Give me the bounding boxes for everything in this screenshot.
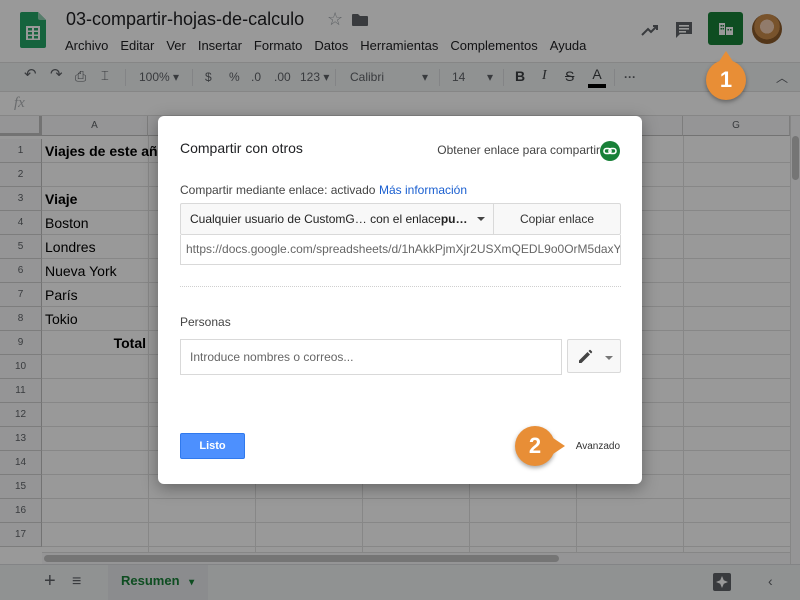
chevron-down-icon	[477, 217, 485, 221]
link-icon[interactable]	[600, 141, 620, 161]
link-sharing-status: Compartir mediante enlace: activado	[180, 183, 376, 197]
step-callout-2: 2	[515, 426, 565, 466]
copy-link-button[interactable]: Copiar enlace	[493, 203, 621, 235]
permission-select[interactable]	[567, 339, 621, 373]
get-shareable-link[interactable]: Obtener enlace para compartir	[437, 143, 600, 157]
done-button[interactable]: Listo	[180, 433, 245, 459]
people-label: Personas	[180, 315, 231, 329]
share-url-field[interactable]: https://docs.google.com/spreadsheets/d/1…	[180, 235, 621, 265]
step-callout-1: 1	[706, 51, 746, 100]
dialog-title: Compartir con otros	[180, 140, 303, 156]
pencil-icon	[579, 349, 593, 363]
people-input[interactable]: Introduce nombres o correos...	[180, 339, 562, 375]
more-info-link[interactable]: Más información	[379, 183, 467, 197]
link-access-value-strong: pu…	[440, 212, 468, 226]
share-dialog: Compartir con otros Obtener enlace para …	[158, 116, 642, 484]
section-divider	[180, 286, 621, 287]
advanced-link[interactable]: Avanzado	[576, 441, 620, 452]
chevron-down-icon	[605, 356, 613, 360]
link-access-select[interactable]: Cualquier usuario de CustomG… con el enl…	[180, 203, 494, 235]
link-access-value: Cualquier usuario de CustomG… con el enl…	[190, 212, 441, 226]
